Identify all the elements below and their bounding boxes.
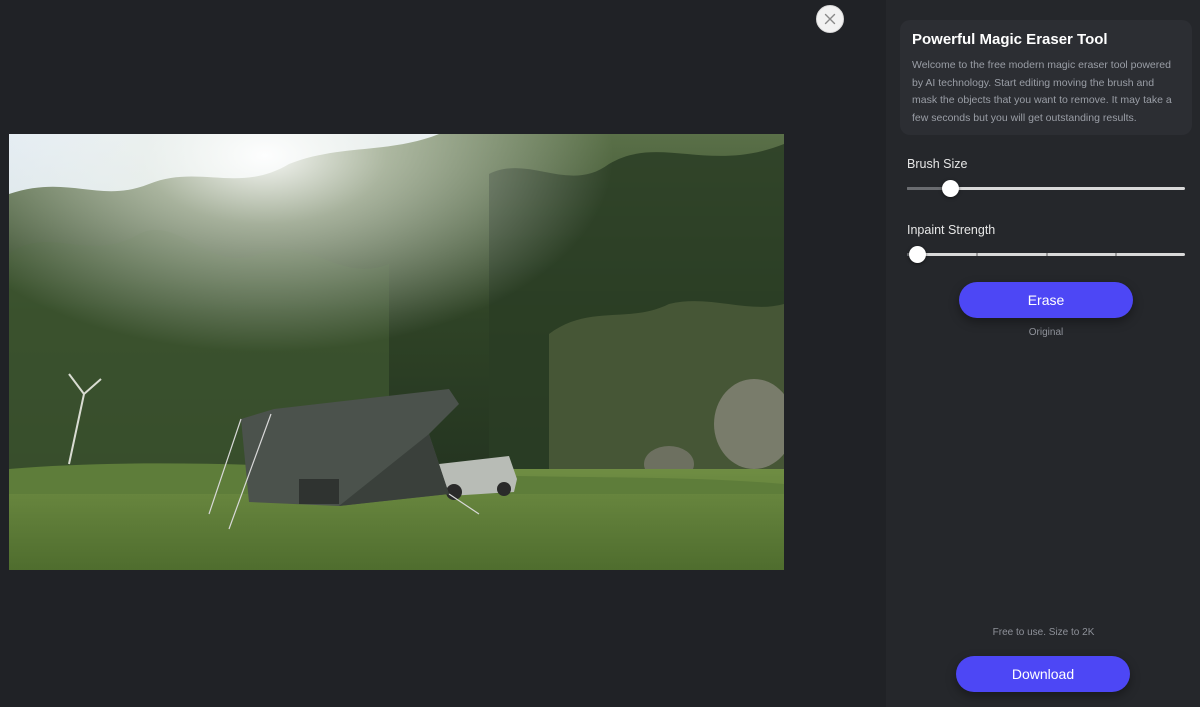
brush-size-slider[interactable] xyxy=(907,179,1185,199)
slider-thumb[interactable] xyxy=(942,180,959,197)
usage-note: Free to use. Size to 2K xyxy=(992,627,1095,638)
slider-tick xyxy=(1046,253,1048,256)
close-icon xyxy=(824,13,836,25)
tool-description: Welcome to the free modern magic eraser … xyxy=(912,59,1172,124)
slider-tick xyxy=(976,253,978,256)
tool-title: Powerful Magic Eraser Tool xyxy=(912,31,1108,48)
close-button[interactable] xyxy=(816,5,844,33)
tool-sidebar: Powerful Magic Eraser Tool Welcome to th… xyxy=(886,0,1200,707)
slider-tick xyxy=(1115,253,1117,256)
editor-workspace xyxy=(0,0,886,707)
brush-size-label: Brush Size xyxy=(907,157,968,171)
intro-card: Powerful Magic Eraser Tool Welcome to th… xyxy=(900,20,1192,135)
editing-canvas-image[interactable] xyxy=(9,134,784,570)
erase-button[interactable]: Erase xyxy=(959,282,1133,318)
inpaint-strength-slider[interactable] xyxy=(907,245,1185,265)
inpaint-strength-label: Inpaint Strength xyxy=(907,223,996,237)
original-toggle[interactable]: Original xyxy=(996,327,1096,338)
download-button[interactable]: Download xyxy=(956,656,1130,692)
slider-thumb[interactable] xyxy=(909,246,926,263)
